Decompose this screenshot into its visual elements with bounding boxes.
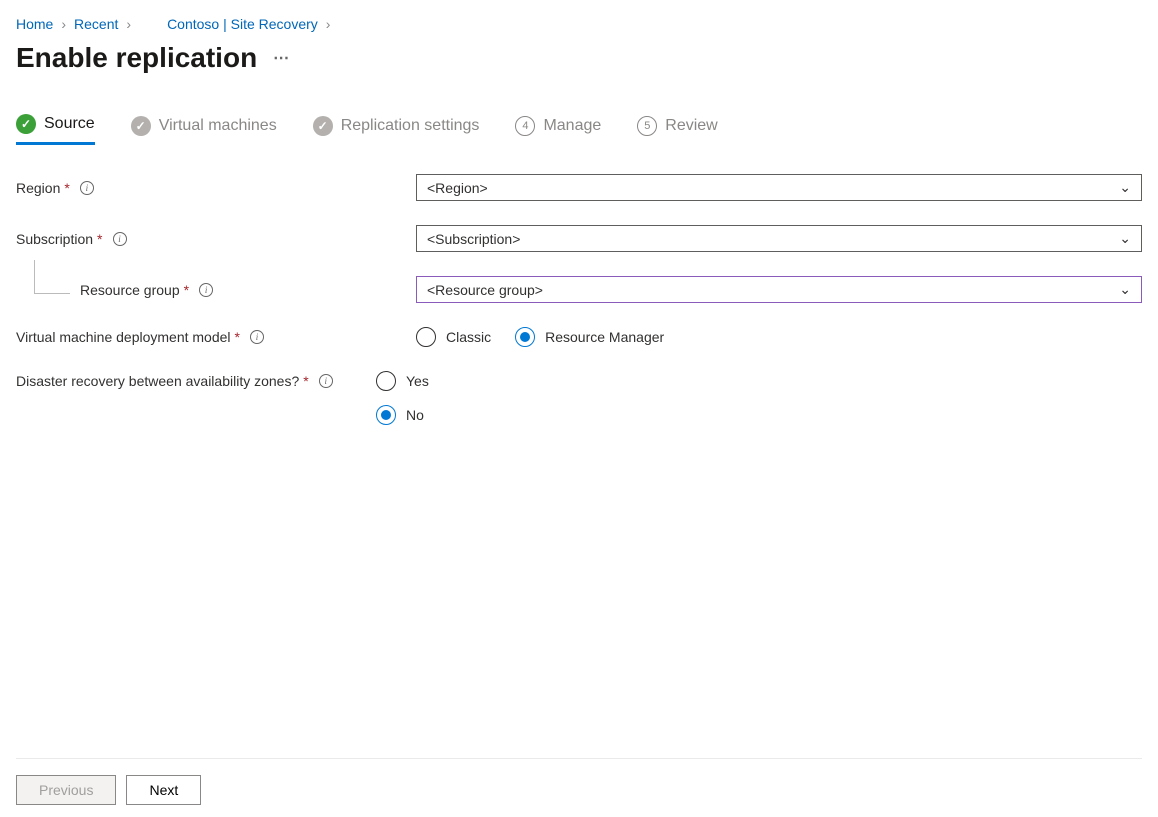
page-title: Enable replication ⋯ (16, 42, 1142, 74)
required-marker: * (64, 180, 69, 196)
dr-zones-label: Disaster recovery between availability z… (16, 373, 299, 389)
check-circle-icon (131, 116, 151, 136)
info-icon[interactable] (250, 330, 264, 344)
radio-icon (416, 327, 436, 347)
tab-label: Virtual machines (159, 117, 277, 135)
vm-deployment-model-label: Virtual machine deployment model (16, 329, 231, 345)
next-button[interactable]: Next (126, 775, 201, 805)
required-marker: * (303, 373, 308, 389)
select-value: <Region> (427, 180, 488, 196)
required-marker: * (235, 329, 240, 345)
subscription-select[interactable]: <Subscription> ⌄ (416, 225, 1142, 252)
radio-label: No (406, 407, 424, 423)
region-select[interactable]: <Region> ⌄ (416, 174, 1142, 201)
chevron-down-icon: ⌄ (1119, 179, 1131, 196)
info-icon[interactable] (80, 181, 94, 195)
chevron-down-icon: ⌄ (1119, 281, 1131, 298)
info-icon[interactable] (319, 374, 333, 388)
chevron-right-icon: › (126, 16, 131, 32)
radio-label: Yes (406, 373, 429, 389)
crumb-recent[interactable]: Recent (74, 16, 118, 32)
info-icon[interactable] (199, 283, 213, 297)
tab-label: Manage (543, 117, 601, 135)
select-value: <Subscription> (427, 231, 520, 247)
more-menu-icon[interactable]: ⋯ (273, 48, 291, 68)
required-marker: * (97, 231, 102, 247)
tab-label: Source (44, 115, 95, 133)
tab-manage[interactable]: 4 Manage (515, 114, 601, 145)
step-number-icon: 5 (637, 116, 657, 136)
tab-label: Review (665, 117, 717, 135)
chevron-right-icon: › (326, 16, 331, 32)
vm-deployment-model-radio-group: Classic Resource Manager (416, 327, 1142, 347)
tab-replication-settings[interactable]: Replication settings (313, 114, 480, 145)
radio-label: Resource Manager (545, 329, 664, 345)
chevron-right-icon: › (61, 16, 66, 32)
chevron-down-icon: ⌄ (1119, 230, 1131, 247)
radio-dr-no[interactable]: No (376, 405, 1142, 425)
check-circle-icon (16, 114, 36, 134)
step-number-icon: 4 (515, 116, 535, 136)
dr-zones-radio-group: Yes No (376, 371, 1142, 425)
tab-virtual-machines[interactable]: Virtual machines (131, 114, 277, 145)
radio-classic[interactable]: Classic (416, 327, 491, 347)
resource-group-label: Resource group (80, 282, 180, 298)
radio-icon (515, 327, 535, 347)
radio-label: Classic (446, 329, 491, 345)
previous-button: Previous (16, 775, 116, 805)
tree-line-icon (34, 260, 70, 294)
required-marker: * (184, 282, 189, 298)
select-value: <Resource group> (427, 282, 543, 298)
crumb-vault[interactable]: Contoso | Site Recovery (167, 16, 318, 32)
resource-group-select[interactable]: <Resource group> ⌄ (416, 276, 1142, 303)
breadcrumb: Home › Recent › Contoso | Site Recovery … (16, 16, 1142, 32)
tab-label: Replication settings (341, 117, 480, 135)
form-source: Region * <Region> ⌄ Subscription * <Subs… (16, 174, 1142, 425)
radio-icon (376, 371, 396, 391)
page-title-text: Enable replication (16, 42, 257, 74)
footer-actions: Previous Next (16, 758, 1142, 817)
tab-review[interactable]: 5 Review (637, 114, 717, 145)
radio-icon (376, 405, 396, 425)
region-label: Region (16, 180, 60, 196)
wizard-tabs: Source Virtual machines Replication sett… (16, 114, 1142, 146)
subscription-label: Subscription (16, 231, 93, 247)
radio-dr-yes[interactable]: Yes (376, 371, 1142, 391)
check-circle-icon (313, 116, 333, 136)
tab-source[interactable]: Source (16, 114, 95, 145)
crumb-home[interactable]: Home (16, 16, 53, 32)
radio-resource-manager[interactable]: Resource Manager (515, 327, 664, 347)
info-icon[interactable] (113, 232, 127, 246)
